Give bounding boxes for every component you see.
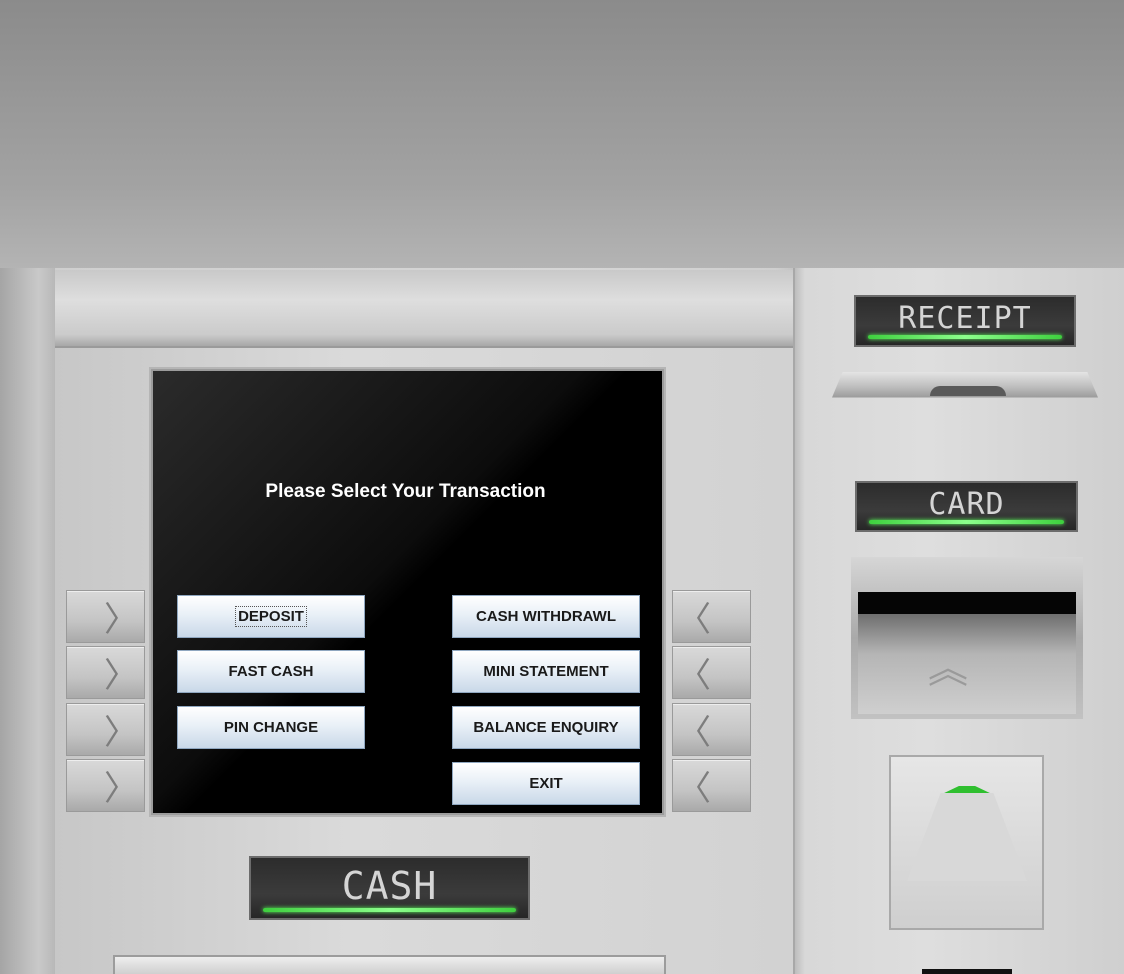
chevron-left-icon: 〈: [677, 600, 711, 640]
balance-enquiry-button[interactable]: BALANCE ENQUIRY: [452, 706, 640, 749]
card-plate: CARD: [855, 481, 1078, 532]
screen-title-text: Please Select Your Transaction: [265, 481, 546, 502]
atm-left-edge: [0, 268, 55, 974]
exit-button-label: EXIT: [529, 775, 563, 792]
mini-statement-button-label: MINI STATEMENT: [483, 663, 609, 680]
cash-plate: CASH: [249, 856, 530, 920]
chevron-right-icon: 〉: [104, 656, 138, 696]
card-led-indicator: [869, 520, 1064, 524]
pin-change-button-label: PIN CHANGE: [223, 719, 319, 736]
fast-cash-button[interactable]: FAST CASH: [177, 650, 365, 693]
receipt-slot-opening: [930, 386, 1006, 396]
receipt-led-indicator: [868, 335, 1062, 339]
side-key-right-1[interactable]: 〈: [672, 590, 751, 643]
exit-button[interactable]: EXIT: [452, 762, 640, 805]
chevron-up-icon: ︽: [928, 646, 968, 692]
chevron-left-icon: 〈: [677, 769, 711, 809]
side-key-right-3[interactable]: 〈: [672, 703, 751, 756]
chevron-left-icon: 〈: [677, 656, 711, 696]
deposit-button[interactable]: DEPOSIT: [177, 595, 365, 638]
fast-cash-button-label: FAST CASH: [228, 663, 314, 680]
cash-tray: [113, 955, 666, 974]
cash-led-indicator: [263, 908, 516, 912]
balance-enquiry-button-label: BALANCE ENQUIRY: [473, 719, 619, 736]
cash-withdrawl-button[interactable]: CASH WITHDRAWL: [452, 595, 640, 638]
wall-background: [0, 0, 1124, 270]
panel-edge: [922, 969, 1012, 974]
atm-header-band: [55, 270, 793, 348]
side-key-left-3[interactable]: 〉: [66, 703, 145, 756]
side-key-right-2[interactable]: 〈: [672, 646, 751, 699]
mini-statement-button[interactable]: MINI STATEMENT: [452, 650, 640, 693]
side-key-left-1[interactable]: 〉: [66, 590, 145, 643]
side-key-left-2[interactable]: 〉: [66, 646, 145, 699]
deposit-button-label: DEPOSIT: [235, 606, 307, 627]
cash-withdrawl-button-label: CASH WITHDRAWL: [476, 608, 616, 625]
card-slot[interactable]: [858, 592, 1076, 614]
cash-label: CASH: [341, 864, 438, 908]
screen-title: Please Select Your Transaction: [153, 481, 662, 503]
chevron-left-icon: 〈: [677, 713, 711, 753]
side-key-left-4[interactable]: 〉: [66, 759, 145, 812]
chevron-right-icon: 〉: [104, 769, 138, 809]
pin-change-button[interactable]: PIN CHANGE: [177, 706, 365, 749]
receipt-plate: RECEIPT: [854, 295, 1076, 347]
side-key-right-4[interactable]: 〈: [672, 759, 751, 812]
chevron-right-icon: 〉: [104, 713, 138, 753]
chevron-right-icon: 〉: [104, 600, 138, 640]
